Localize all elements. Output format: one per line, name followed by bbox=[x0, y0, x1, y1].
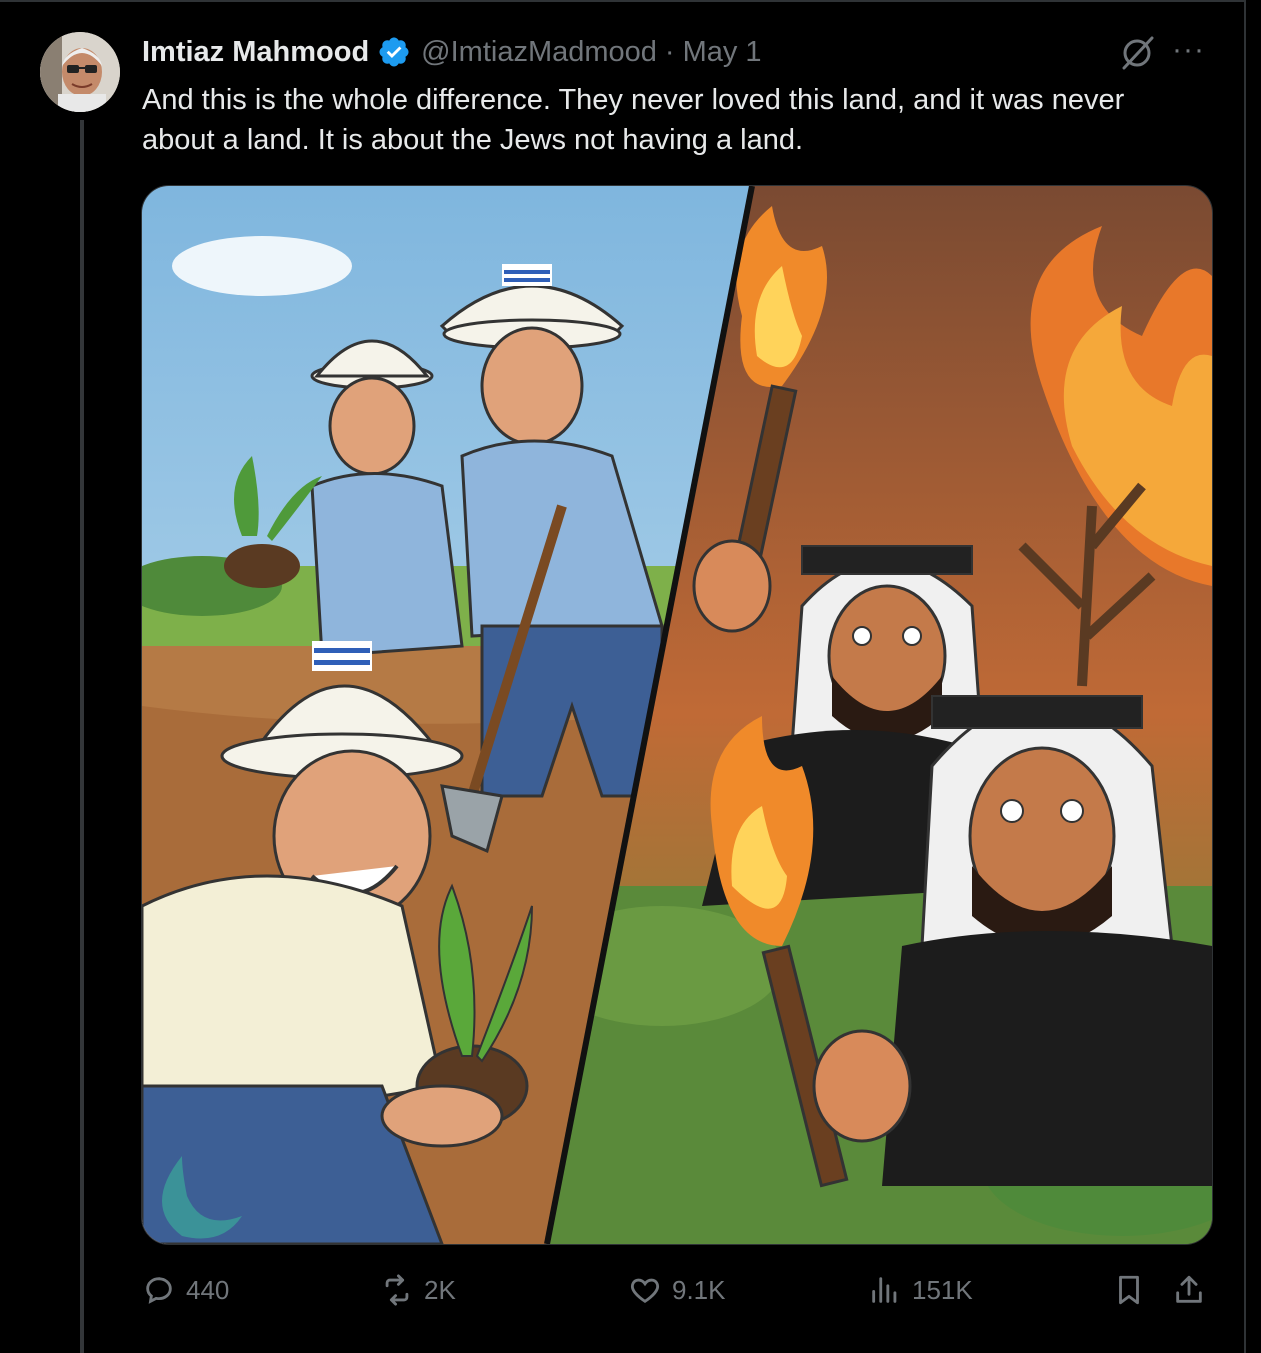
avatar-image bbox=[40, 32, 120, 112]
reply-icon bbox=[146, 1277, 172, 1304]
author-handle[interactable]: @ImtiazMadmood bbox=[421, 36, 657, 69]
share-icon bbox=[1176, 1275, 1202, 1303]
avatar[interactable] bbox=[40, 32, 120, 112]
like-button[interactable]: 9.1K bbox=[628, 1268, 726, 1312]
meta-separator: · bbox=[664, 35, 675, 68]
frame-border-right bbox=[1244, 0, 1246, 1353]
reply-count: 440 bbox=[186, 1274, 230, 1305]
post-date[interactable]: May 1 bbox=[683, 36, 762, 69]
repost-count: 2K bbox=[424, 1274, 456, 1305]
like-count: 9.1K bbox=[672, 1274, 726, 1305]
reply-button[interactable]: 440 bbox=[142, 1268, 229, 1312]
views-count: 151K bbox=[912, 1274, 973, 1305]
post-image[interactable] bbox=[141, 185, 1213, 1245]
grok-icon[interactable] bbox=[1118, 34, 1156, 72]
frame-border-top bbox=[0, 0, 1246, 2]
post-header: Imtiaz Mahmood @ImtiazMadmood · May 1 bbox=[142, 32, 762, 72]
views-chart-icon bbox=[872, 1277, 897, 1303]
verified-badge-icon[interactable] bbox=[377, 35, 411, 69]
thread-connector-line bbox=[80, 120, 84, 1353]
cartoon-illustration bbox=[142, 186, 1212, 1244]
bookmark-icon bbox=[1119, 1275, 1139, 1305]
author-name[interactable]: Imtiaz Mahmood bbox=[142, 36, 369, 69]
post-text: And this is the whole difference. They n… bbox=[142, 84, 1125, 156]
more-options-button[interactable]: ··· bbox=[1172, 30, 1205, 70]
repost-icon bbox=[385, 1274, 409, 1306]
share-button[interactable] bbox=[1172, 1268, 1216, 1312]
heart-icon bbox=[631, 1278, 659, 1304]
bookmark-button[interactable] bbox=[1112, 1268, 1156, 1312]
repost-button[interactable]: 2K bbox=[380, 1268, 456, 1312]
action-bar: 440 2K 9.1K 151K bbox=[142, 1268, 1212, 1312]
views-button[interactable]: 151K bbox=[868, 1268, 973, 1312]
